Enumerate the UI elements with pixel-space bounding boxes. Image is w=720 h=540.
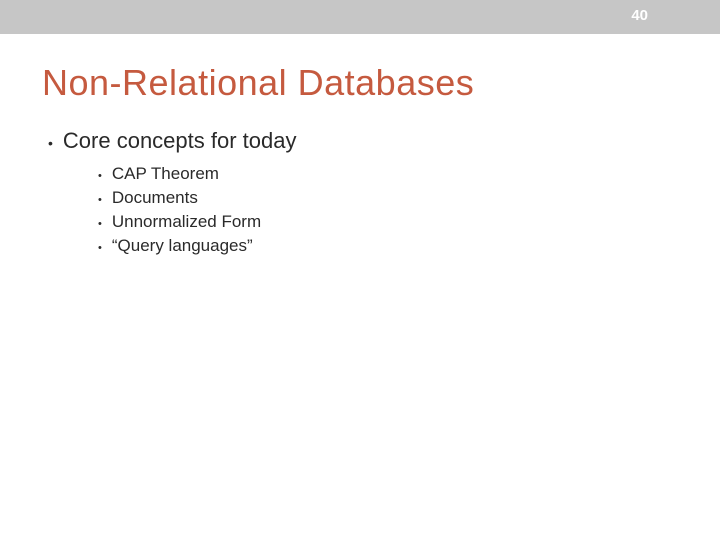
bullet-level-2-text: Unnormalized Form [112,212,261,232]
bullet-dot-icon: • [98,171,102,182]
bullet-level-2: • “Query languages” [98,236,678,256]
bullet-level-2: • Documents [98,188,678,208]
slide-content: Non-Relational Databases • Core concepts… [0,34,720,256]
header-bar: 40 [0,0,720,34]
bullet-level-2-text: Documents [112,188,198,208]
bullet-level-2: • CAP Theorem [98,164,678,184]
bullet-level-2: • Unnormalized Form [98,212,678,232]
bullet-dot-icon: • [98,195,102,206]
bullet-dot-icon: • [48,136,53,150]
bullet-level-2-text: “Query languages” [112,236,253,256]
bullet-dot-icon: • [98,243,102,254]
sub-bullet-list: • CAP Theorem • Documents • Unnormalized… [98,164,678,256]
bullet-level-2-text: CAP Theorem [112,164,219,184]
bullet-level-1-text: Core concepts for today [63,128,297,154]
slide-title: Non-Relational Databases [42,62,678,104]
bullet-level-1: • Core concepts for today [48,128,678,154]
bullet-dot-icon: • [98,219,102,230]
slide-number: 40 [631,7,648,24]
